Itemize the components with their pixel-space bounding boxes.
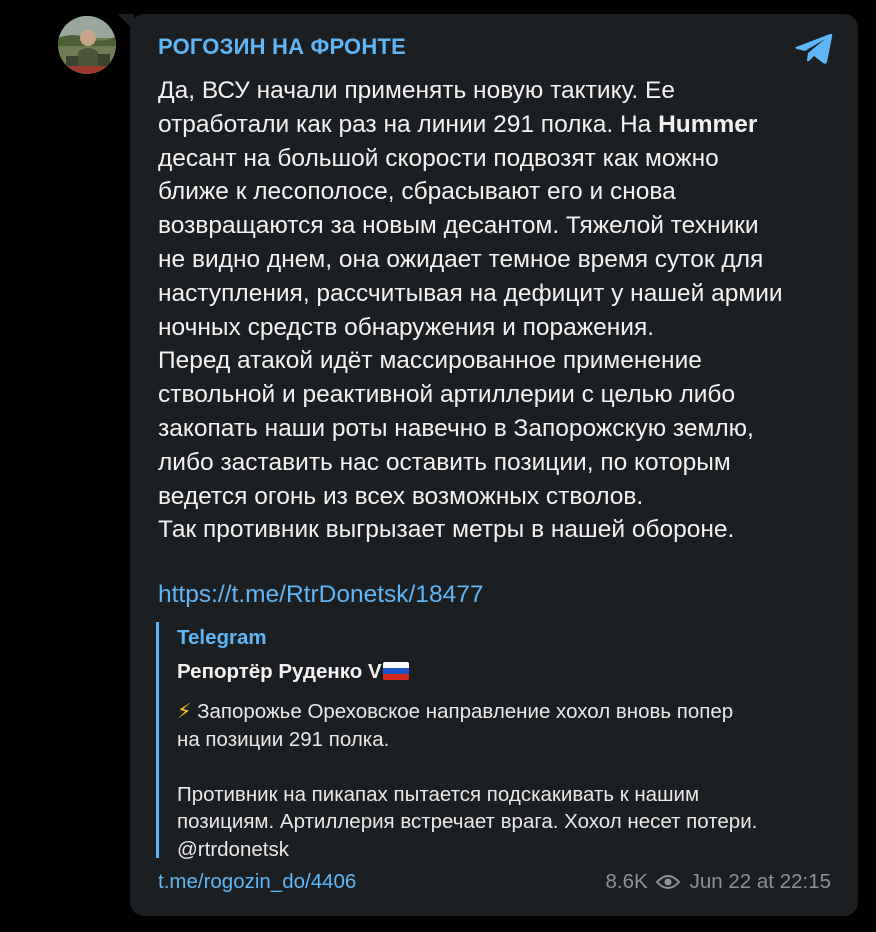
channel-avatar[interactable] bbox=[58, 16, 116, 74]
russia-flag-icon bbox=[382, 662, 409, 680]
post-line: ближе к лесополосе, сбрасывают его и сно… bbox=[158, 178, 676, 206]
link-preview[interactable]: Telegram Репортёр Руденко V ⚡ Запорожье … bbox=[156, 622, 836, 861]
post-line: наступления, рассчитывая на дефицит у на… bbox=[158, 279, 783, 307]
post-bold-word: Hummer bbox=[658, 110, 758, 138]
post-text: Да, ВСУ начали применять новую тактику. … bbox=[158, 74, 838, 547]
channel-avatar-photo bbox=[58, 16, 116, 74]
post-date: Jun 22 at 22:15 bbox=[689, 870, 831, 893]
post-line: десант на большой скорости подвозят как … bbox=[158, 144, 719, 172]
post-line: ведется огонь из всех возможных стволов. bbox=[158, 482, 644, 510]
preview-description: ⚡ Запорожье Ореховское направление хохол… bbox=[177, 698, 827, 863]
post-line: Да, ВСУ начали применять новую тактику. … bbox=[158, 77, 675, 104]
post-line: возвращаются за новым десантом. Тяжелой … bbox=[158, 212, 759, 240]
post-line: отработали как раз на линии 291 полка. Н… bbox=[158, 110, 758, 138]
preview-site-name: Telegram bbox=[177, 626, 267, 649]
preview-desc-line: на позиции 291 полка. bbox=[177, 727, 390, 751]
post-link[interactable]: https://t.me/RtrDonetsk/18477 bbox=[158, 578, 483, 611]
post-line: ствольной и реактивной артиллерии с цель… bbox=[158, 381, 736, 409]
eye-icon bbox=[655, 875, 680, 889]
message-bubble: РОГОЗИН НА ФРОНТЕ Да, ВСУ начали применя… bbox=[130, 14, 858, 916]
lightning-icon: ⚡ bbox=[177, 700, 192, 723]
post-line: ночных средств обнаружения и поражения. bbox=[158, 313, 655, 341]
post-line: закопать наши роты навечно в Запорожскую… bbox=[158, 414, 754, 442]
preview-desc-line: позициям. Артиллерия встречает врага. Хо… bbox=[177, 810, 758, 833]
preview-desc-line: @rtrdonetsk bbox=[177, 837, 289, 861]
preview-desc-line: Противник на пикапах пытается подскакива… bbox=[177, 782, 700, 806]
views-count: 8.6K bbox=[605, 870, 648, 893]
post-line: либо заставить нас оставить позиции, по … bbox=[158, 448, 731, 476]
post-line: Перед атакой идёт массированное применен… bbox=[158, 347, 702, 375]
preview-title: Репортёр Руденко V bbox=[177, 660, 409, 684]
channel-name[interactable]: РОГОЗИН НА ФРОНТЕ bbox=[158, 34, 406, 60]
post-line: не видно днем, она ожидает темное время … bbox=[158, 245, 764, 273]
post-permalink[interactable]: t.me/rogozin_do/4406 bbox=[158, 870, 356, 894]
post-line: Так противник выгрызает метры в нашей об… bbox=[158, 516, 735, 544]
telegram-icon[interactable] bbox=[794, 32, 834, 66]
post-meta: 8.6K Jun 22 at 22:15 bbox=[605, 870, 831, 894]
preview-desc-line: ⚡ Запорожье Ореховское направление хохол… bbox=[177, 700, 734, 723]
